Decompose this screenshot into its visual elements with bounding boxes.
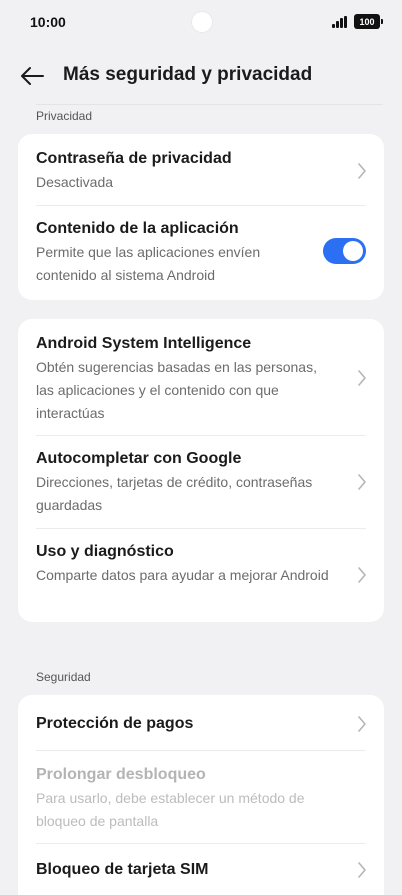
chevron-right-icon — [358, 862, 366, 878]
section-label-privacy: Privacidad — [36, 109, 93, 123]
row-sim-lock[interactable]: Bloqueo de tarjeta SIM — [36, 859, 366, 881]
row-app-content[interactable]: Contenido de la aplicación Permite que l… — [36, 218, 316, 287]
status-time: 10:00 — [30, 14, 66, 30]
back-arrow-icon — [21, 67, 44, 85]
header-divider — [36, 104, 383, 105]
row-divider — [36, 205, 366, 206]
security-card: Protección de pagos Prolongar desbloqueo… — [18, 695, 384, 895]
row-subtitle: Para usarlo, debe establecer un método d… — [36, 790, 305, 829]
chevron-right-icon — [358, 567, 366, 583]
row-title: Android System Intelligence — [36, 335, 252, 352]
row-subtitle: Obtén sugerencias basadas en las persona… — [36, 359, 317, 421]
chevron-right-icon — [358, 163, 366, 179]
row-divider — [36, 435, 366, 436]
row-payment-protection[interactable]: Protección de pagos — [36, 713, 366, 735]
back-button[interactable] — [16, 60, 48, 92]
row-subtitle: Direcciones, tarjetas de crédito, contra… — [36, 474, 313, 513]
privacy-card: Contraseña de privacidad Desactivada Con… — [18, 134, 384, 300]
row-title: Contenido de la aplicación — [36, 220, 239, 237]
battery-icon: 100 — [354, 14, 383, 29]
row-title: Prolongar desbloqueo — [36, 766, 206, 783]
app-content-toggle[interactable] — [323, 238, 366, 264]
signal-icon — [332, 16, 350, 28]
row-usage-diagnostics[interactable]: Uso y diagnóstico Comparte datos para ay… — [36, 541, 336, 587]
services-card: Android System Intelligence Obtén sugere… — [18, 319, 384, 622]
row-autofill-google[interactable]: Autocompletar con Google Direcciones, ta… — [36, 448, 316, 517]
row-subtitle: Permite que las aplicaciones envíen cont… — [36, 244, 261, 283]
header: Más seguridad y privacidad — [0, 56, 402, 96]
row-title: Contraseña de privacidad — [36, 150, 232, 167]
row-subtitle: Comparte datos para ayudar a mejorar And… — [36, 567, 329, 583]
camera-cutout — [192, 12, 212, 32]
row-divider — [36, 843, 366, 844]
battery-level: 100 — [359, 16, 375, 27]
row-title: Protección de pagos — [36, 715, 194, 732]
toggle-knob — [343, 241, 363, 261]
chevron-right-icon — [358, 370, 366, 386]
page-title: Más seguridad y privacidad — [63, 64, 313, 85]
row-divider — [36, 750, 366, 751]
row-title: Uso y diagnóstico — [36, 543, 174, 560]
chevron-right-icon — [358, 716, 366, 732]
row-title: Autocompletar con Google — [36, 450, 242, 467]
row-extend-unlock: Prolongar desbloqueo Para usarlo, debe e… — [36, 764, 346, 833]
status-bar: 10:00 100 — [0, 0, 402, 44]
row-divider — [36, 528, 366, 529]
row-title: Bloqueo de tarjeta SIM — [36, 861, 209, 878]
row-privacy-password[interactable]: Contraseña de privacidad Desactivada — [36, 148, 366, 194]
chevron-right-icon — [358, 474, 366, 490]
section-label-security: Seguridad — [36, 670, 91, 684]
row-android-system-intelligence[interactable]: Android System Intelligence Obtén sugere… — [36, 333, 336, 425]
row-subtitle: Desactivada — [36, 174, 114, 190]
